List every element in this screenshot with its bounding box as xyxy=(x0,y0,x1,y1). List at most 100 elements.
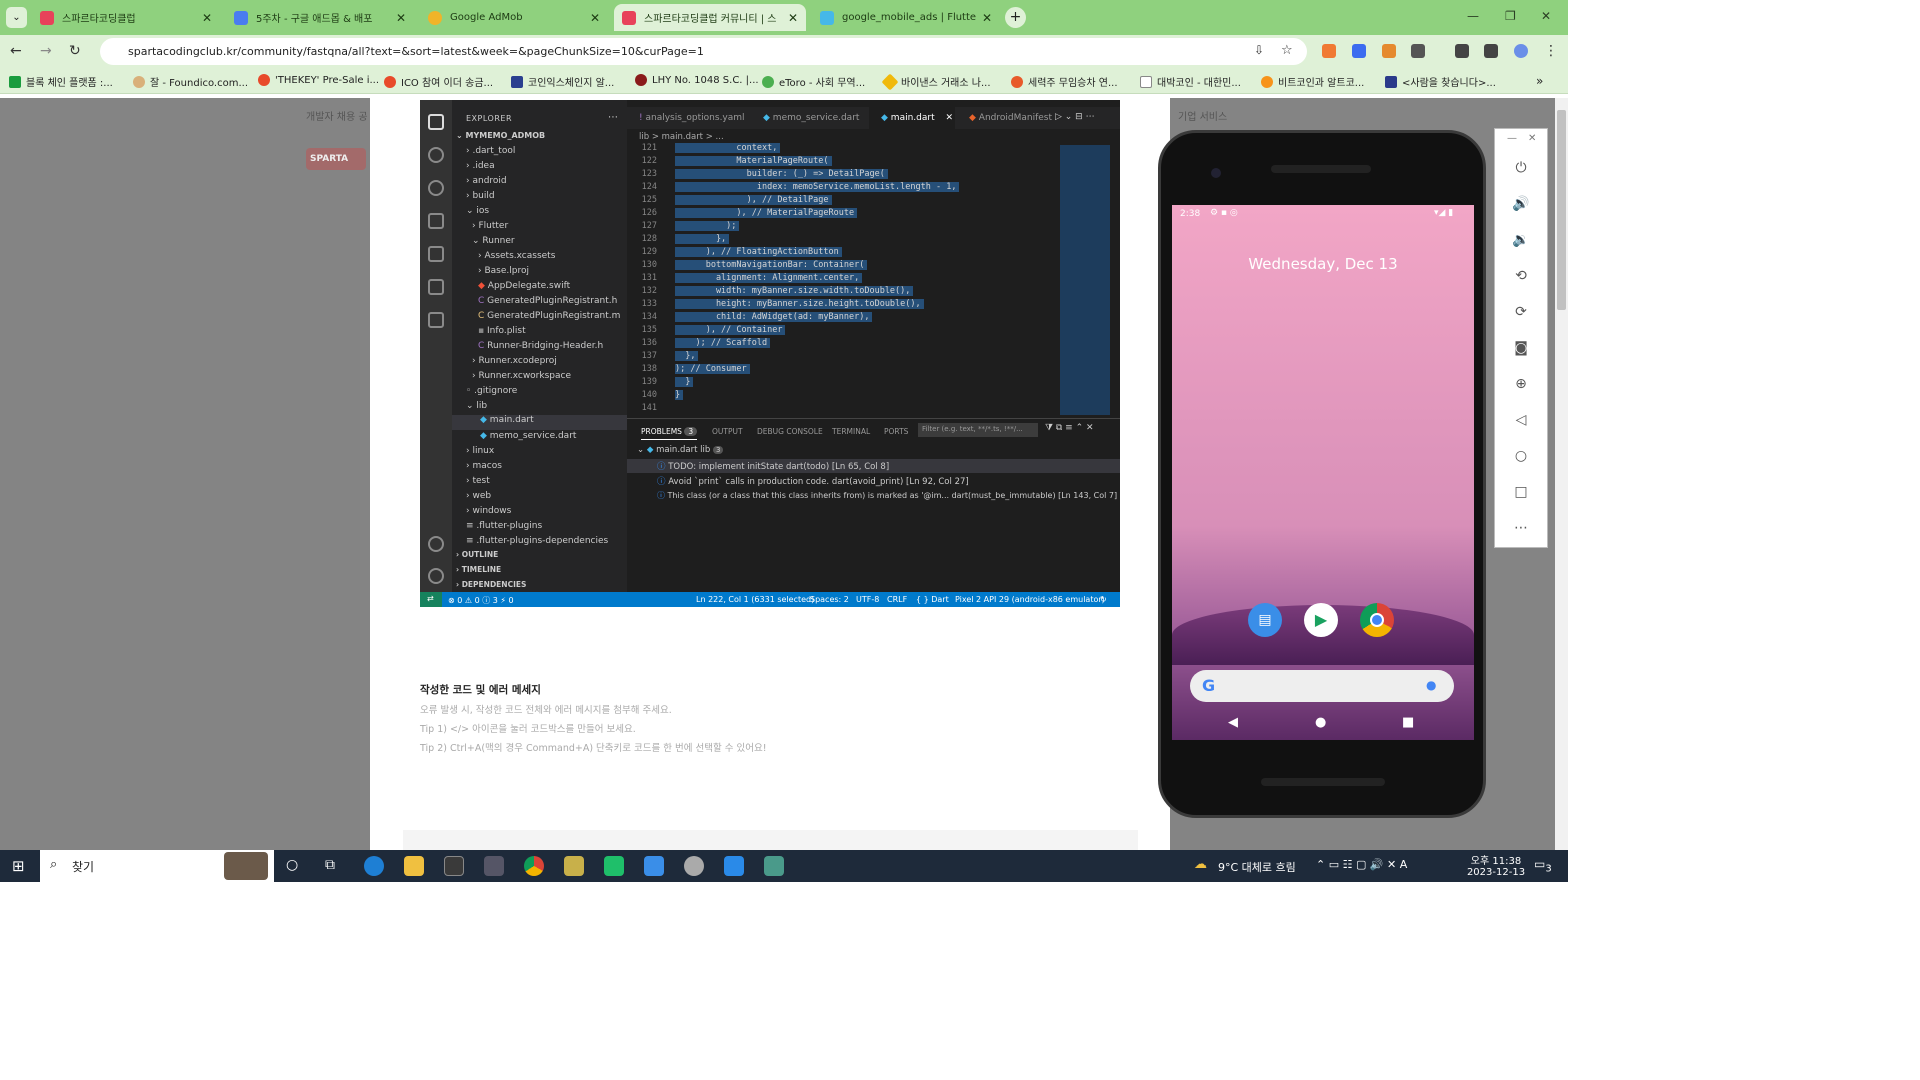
sidebar-icon[interactable] xyxy=(1484,44,1498,58)
bookmark-star-icon[interactable]: ☆ xyxy=(1281,43,1293,58)
code-editor: 121 context, 122 MaterialPageRoute(123 bu… xyxy=(627,142,1107,414)
shield-icon[interactable] xyxy=(1352,44,1366,58)
volume-down-icon[interactable]: 🔉 xyxy=(1512,231,1530,249)
bookmark-1[interactable]: 잘 - Foundico.com... xyxy=(133,74,248,89)
bookmark-10[interactable]: 비트코인과 알트코... xyxy=(1261,74,1364,89)
restore-button[interactable]: ❐ xyxy=(1505,9,1516,23)
edge-icon[interactable] xyxy=(364,856,384,876)
taskbar-search-box[interactable]: ⌕ 찾기 xyxy=(40,850,274,882)
back-icon[interactable]: ◁ xyxy=(1512,411,1530,429)
page-scrollbar[interactable] xyxy=(1555,98,1568,850)
app-icon[interactable] xyxy=(564,856,584,876)
file-explorer-icon[interactable] xyxy=(404,856,424,876)
kotlin-icon[interactable] xyxy=(604,856,624,876)
bookmark-8[interactable]: 세력주 무임승차 연... xyxy=(1011,74,1118,89)
rotate-right-icon[interactable]: ⟳ xyxy=(1512,303,1530,321)
install-icon[interactable]: ⇩ xyxy=(1254,43,1264,57)
close-icon[interactable]: ✕ xyxy=(590,11,600,25)
close-icon[interactable]: ✕ xyxy=(202,11,212,25)
home-icon[interactable]: ○ xyxy=(1512,447,1530,465)
tray-icons[interactable]: ⌃ ▭ ☷ ▢ 🔊 ✕ A xyxy=(1316,858,1407,871)
close-emulator-button[interactable]: ✕ xyxy=(1528,133,1536,144)
bookmark-0[interactable]: 블록 체인 플랫폼 :... xyxy=(9,74,113,89)
run-debug-icon xyxy=(428,213,444,229)
store-icon[interactable] xyxy=(444,856,464,876)
mail-icon[interactable] xyxy=(484,856,504,876)
cortana-icon[interactable]: ○ xyxy=(286,857,298,873)
minimize-button[interactable]: — xyxy=(1467,9,1479,23)
zoom-icon[interactable]: ⊕ xyxy=(1512,375,1530,393)
bookmark-7[interactable]: 바이낸스 거래소 나... xyxy=(881,73,991,90)
tree-item: › Runner.xcodeproj xyxy=(472,356,557,366)
line-number: 136 xyxy=(641,338,657,348)
scrollbar-thumb[interactable] xyxy=(1557,110,1566,310)
code-line: alignment: Alignment.center, xyxy=(675,273,863,283)
android-recents-button[interactable]: ■ xyxy=(1402,715,1414,730)
bookmark-3[interactable]: ICO 참여 이더 송금... xyxy=(384,74,493,89)
metamask-icon[interactable] xyxy=(1382,44,1396,58)
camera-icon[interactable]: ◙ xyxy=(1512,339,1530,357)
more-icon[interactable]: ⋯ xyxy=(1512,519,1530,537)
profile-avatar[interactable] xyxy=(1514,44,1528,58)
sparta-favicon-icon xyxy=(622,10,636,25)
close-icon[interactable]: ✕ xyxy=(396,11,406,25)
clock[interactable]: 오후 11:38 2023-12-13 xyxy=(1466,852,1526,878)
app-icon[interactable] xyxy=(684,856,704,876)
hiring-link[interactable]: 개발자 채용 공 xyxy=(306,108,368,123)
overview-icon[interactable]: □ xyxy=(1512,483,1530,501)
tab-4[interactable]: google_mobile_ads | Flutter Pa✕ xyxy=(812,4,1000,31)
reload-button[interactable]: ↻ xyxy=(69,43,81,59)
url-bar[interactable]: spartacodingclub.kr/community/fastqna/al… xyxy=(100,38,1307,65)
chrome-icon[interactable] xyxy=(524,856,544,876)
new-tab-button[interactable]: + xyxy=(1005,7,1026,28)
tab-1[interactable]: 5주차 - 구글 애드몹 & 배포 ✕ xyxy=(226,4,414,31)
minimize-emulator-button[interactable]: — xyxy=(1507,133,1517,144)
bookmark-5[interactable]: LHY No. 1048 S.C. |... xyxy=(635,74,759,86)
tab-0[interactable]: 스파르타코딩클럽 ✕ xyxy=(32,4,220,31)
back-button[interactable]: ← xyxy=(10,43,22,59)
android-screen[interactable]: 2:38 ⚙ ▪ ◎ ▾◢ ▮ Wednesday, Dec 13 ▤ ▶ G … xyxy=(1172,205,1474,740)
sparta-logo[interactable]: SPARTA xyxy=(306,148,366,170)
assistant-icon[interactable]: ● xyxy=(1426,678,1436,692)
extension-icon[interactable] xyxy=(1322,44,1336,58)
rotate-left-icon[interactable]: ⟲ xyxy=(1512,267,1530,285)
line-number: 128 xyxy=(641,234,657,244)
windows-start-icon[interactable]: ⊞ xyxy=(12,857,25,875)
android-back-button[interactable]: ◀ xyxy=(1228,715,1238,730)
media-icon[interactable] xyxy=(1455,44,1469,58)
calculator-icon[interactable] xyxy=(644,856,664,876)
bookmark-2[interactable]: 'THEKEY' Pre-Sale i... xyxy=(258,74,379,86)
bookmark-4[interactable]: 코인익스체인지 알... xyxy=(511,74,614,89)
android-home-button[interactable]: ● xyxy=(1315,715,1326,730)
close-icon[interactable]: ✕ xyxy=(982,11,992,25)
messages-app-icon[interactable]: ▤ xyxy=(1248,603,1282,637)
vscode-icon[interactable] xyxy=(724,856,744,876)
activity-bar xyxy=(420,100,452,592)
tree-item: › windows xyxy=(466,506,512,516)
bookmark-9[interactable]: 대박코인 - 대한민... xyxy=(1140,74,1241,89)
menu-icon[interactable]: ⋮ xyxy=(1544,43,1558,59)
tab-3[interactable]: 스파르타코딩클럽 커뮤니티 | 스 ✕ xyxy=(614,4,806,31)
tree-item-selected: ◆ main.dart xyxy=(452,415,627,430)
weather-text[interactable]: 9°C 대체로 흐림 xyxy=(1218,859,1296,875)
forward-button[interactable]: → xyxy=(40,43,52,59)
bookmark-11[interactable]: <사람을 찾습니다>... xyxy=(1385,74,1496,89)
weather-icon[interactable]: ☁ xyxy=(1194,857,1207,872)
tab-2[interactable]: Google AdMob ✕ xyxy=(420,4,608,31)
close-icon[interactable]: ✕ xyxy=(788,11,798,25)
close-window-button[interactable]: ✕ xyxy=(1541,9,1551,23)
tab-search-button[interactable]: ⌄ xyxy=(6,7,27,28)
power-icon[interactable]: ⏻ xyxy=(1512,159,1530,177)
chrome-app-icon[interactable] xyxy=(1360,603,1394,637)
android-studio-icon[interactable] xyxy=(764,856,784,876)
puzzle-icon[interactable] xyxy=(1411,44,1425,58)
more-bookmarks-button[interactable]: » xyxy=(1536,74,1543,88)
play-store-icon[interactable]: ▶ xyxy=(1304,603,1338,637)
volume-up-icon[interactable]: 🔊 xyxy=(1512,195,1530,213)
google-search-bar[interactable]: G ● xyxy=(1190,670,1454,702)
lock-date: Wednesday, Dec 13 xyxy=(1248,255,1398,273)
task-view-icon[interactable]: ⧉ xyxy=(325,857,335,873)
business-service-link[interactable]: 기업 서비스 xyxy=(1178,108,1227,123)
bookmark-6[interactable]: eToro - 사회 무역... xyxy=(762,74,865,89)
notification-icon[interactable]: ▭3 xyxy=(1534,857,1552,874)
